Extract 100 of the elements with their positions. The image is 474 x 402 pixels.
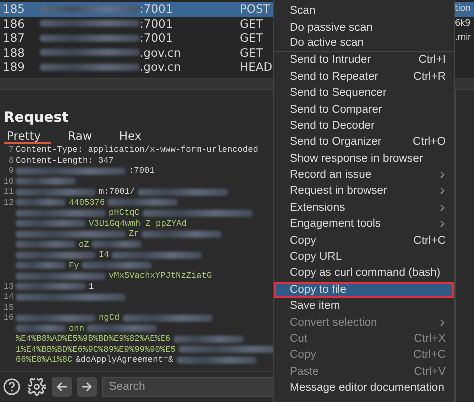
shortcut-text: Ctrl+R [414, 70, 446, 83]
redacted-text [92, 241, 142, 248]
redacted-text [16, 283, 86, 290]
menu-item[interactable]: Do active scan [274, 36, 454, 52]
menu-item[interactable]: Send to Intruder Ctrl+I [274, 52, 454, 69]
code-text: &doApplyAgreement=& [76, 355, 174, 366]
code-text: oZ [79, 240, 90, 250]
redacted-text [16, 199, 66, 206]
line-number: 16 [4, 313, 14, 324]
line-number: 13 [4, 282, 14, 292]
code-text: onn [69, 324, 84, 334]
table-cell-text: 189 [2, 60, 26, 74]
table-cell: .gov.cn [140, 46, 182, 60]
code-text: 06%E8%A1%8C [16, 355, 73, 366]
menu-item[interactable]: Show response in browser [274, 150, 454, 167]
code-text: Content-Type: application/x-www-form-urlencoded [16, 145, 258, 156]
redacted-text [87, 325, 158, 332]
code-text: Fy [69, 260, 80, 271]
table-cell-text: 187 [2, 31, 26, 46]
table-cell-text: GET [240, 16, 264, 31]
menu-item[interactable]: Record an issue [274, 166, 454, 184]
menu-item[interactable]: Request in browser [274, 183, 454, 200]
tab[interactable]: Raw [65, 130, 102, 144]
code-text: Zr [129, 229, 140, 240]
code-text: 4405376 [69, 198, 106, 208]
table-cell: :7001 [140, 31, 174, 46]
menu-item[interactable]: Send to Organizer Ctrl+O [274, 134, 454, 151]
redacted-text [108, 199, 178, 206]
settings-icon[interactable] [27, 377, 47, 397]
history-row[interactable]: 189 .gov.cn HEAD [0, 60, 273, 74]
code-text: 1 [89, 282, 94, 292]
tab[interactable]: Hex [116, 130, 152, 144]
menu-item[interactable]: Send to Decoder [274, 118, 454, 134]
table-cell-text: GET [240, 31, 264, 46]
tab[interactable]: Pretty [4, 130, 52, 144]
menu-item[interactable]: Scan [274, 3, 454, 20]
line-number: 12 [4, 198, 14, 208]
menu-item[interactable]: Send to Comparer [274, 101, 454, 118]
right-arrow-icon [81, 381, 93, 393]
table-cell-text: POST [240, 2, 272, 16]
code-text: 1%E4%BB%BD%E6%9C%89%E9%99%90%E5 [16, 344, 176, 355]
history-row[interactable]: 186 :7001 GET [0, 16, 273, 31]
shortcut-text: Ctrl+V [414, 366, 446, 378]
redacted-text [16, 241, 76, 248]
line-number: 11 [4, 187, 14, 198]
left-arrow-icon [56, 381, 68, 393]
line-number: 14 [4, 292, 14, 302]
redacted-text [16, 220, 86, 228]
code-text: vMxSVachxYPJtNzZiatG [109, 271, 212, 282]
code-text: I4 [99, 250, 110, 260]
line-number: 15 [4, 302, 14, 313]
table-cell-text: GET [240, 46, 264, 60]
table-cell: .mir [455, 33, 472, 44]
back-button[interactable] [52, 377, 72, 397]
history-row[interactable]: 187 :7001 GET [0, 31, 273, 46]
code-text: %E4%B8%AD%E5%9B%BD%E9%82%AE%E6 [16, 334, 171, 344]
redacted-text [16, 178, 76, 186]
panel-title: Request [3, 110, 69, 128]
redacted-text [174, 336, 244, 343]
history-row[interactable]: 188 .gov.cn GET [0, 46, 273, 60]
redacted-text [16, 325, 66, 332]
menu-item[interactable]: Copy as curl command (bash) [274, 265, 454, 282]
menu-item[interactable]: Send to Repeater Ctrl+R [274, 68, 454, 85]
shortcut-text: Ctrl+C [414, 349, 446, 362]
line-number: 9 [8, 166, 14, 176]
code-text: pHCtqC [109, 208, 140, 218]
table-cell: :7001 [140, 16, 174, 31]
code-text: ngCd [99, 313, 120, 324]
shortcut-text: Ctrl+I [418, 54, 446, 66]
table-cell-text: 185 [2, 2, 26, 16]
code-text: V3UiGq4wmh Z ppZYAd [89, 218, 187, 229]
code-text: Content-Length: 347 [16, 156, 114, 166]
line-number: 7 [8, 145, 14, 156]
shortcut-text: Ctrl+C [414, 234, 446, 247]
table-cell: tion [455, 4, 471, 14]
code-text: :7001 [129, 166, 155, 176]
help-icon[interactable] [2, 377, 22, 397]
code-text: m:7001/ [99, 187, 136, 198]
menu-item[interactable]: Save item [274, 298, 454, 314]
menu-item[interactable]: Copy URL [274, 248, 454, 266]
table-cell-text: 188 [2, 46, 26, 60]
menu-item[interactable]: Engagement tools [274, 216, 454, 232]
history-row[interactable]: 185 :7001 POST [0, 2, 273, 16]
line-number: 10 [4, 176, 14, 187]
menu-item[interactable]: Extensions [274, 200, 454, 216]
table-cell-text: 186 [2, 16, 26, 31]
table-cell: .gov.cn [140, 60, 182, 74]
table-cell: HEAD [240, 60, 273, 74]
menu-item[interactable]: Do passive scan [274, 19, 454, 36]
redacted-text [82, 262, 152, 270]
menu-item[interactable]: Send to Sequencer [274, 84, 454, 102]
table-cell: :7001 [140, 2, 174, 16]
menu-item[interactable]: Copy to file [274, 282, 454, 298]
shortcut-text: Ctrl+X [414, 333, 446, 345]
table-cell: 6k9 [455, 18, 470, 29]
redacted-text [16, 262, 66, 270]
forward-button[interactable] [77, 377, 97, 397]
line-number: 8 [8, 156, 14, 166]
shortcut-text: Ctrl+O [413, 136, 446, 148]
menu-item[interactable]: Copy Ctrl+C [274, 232, 454, 249]
